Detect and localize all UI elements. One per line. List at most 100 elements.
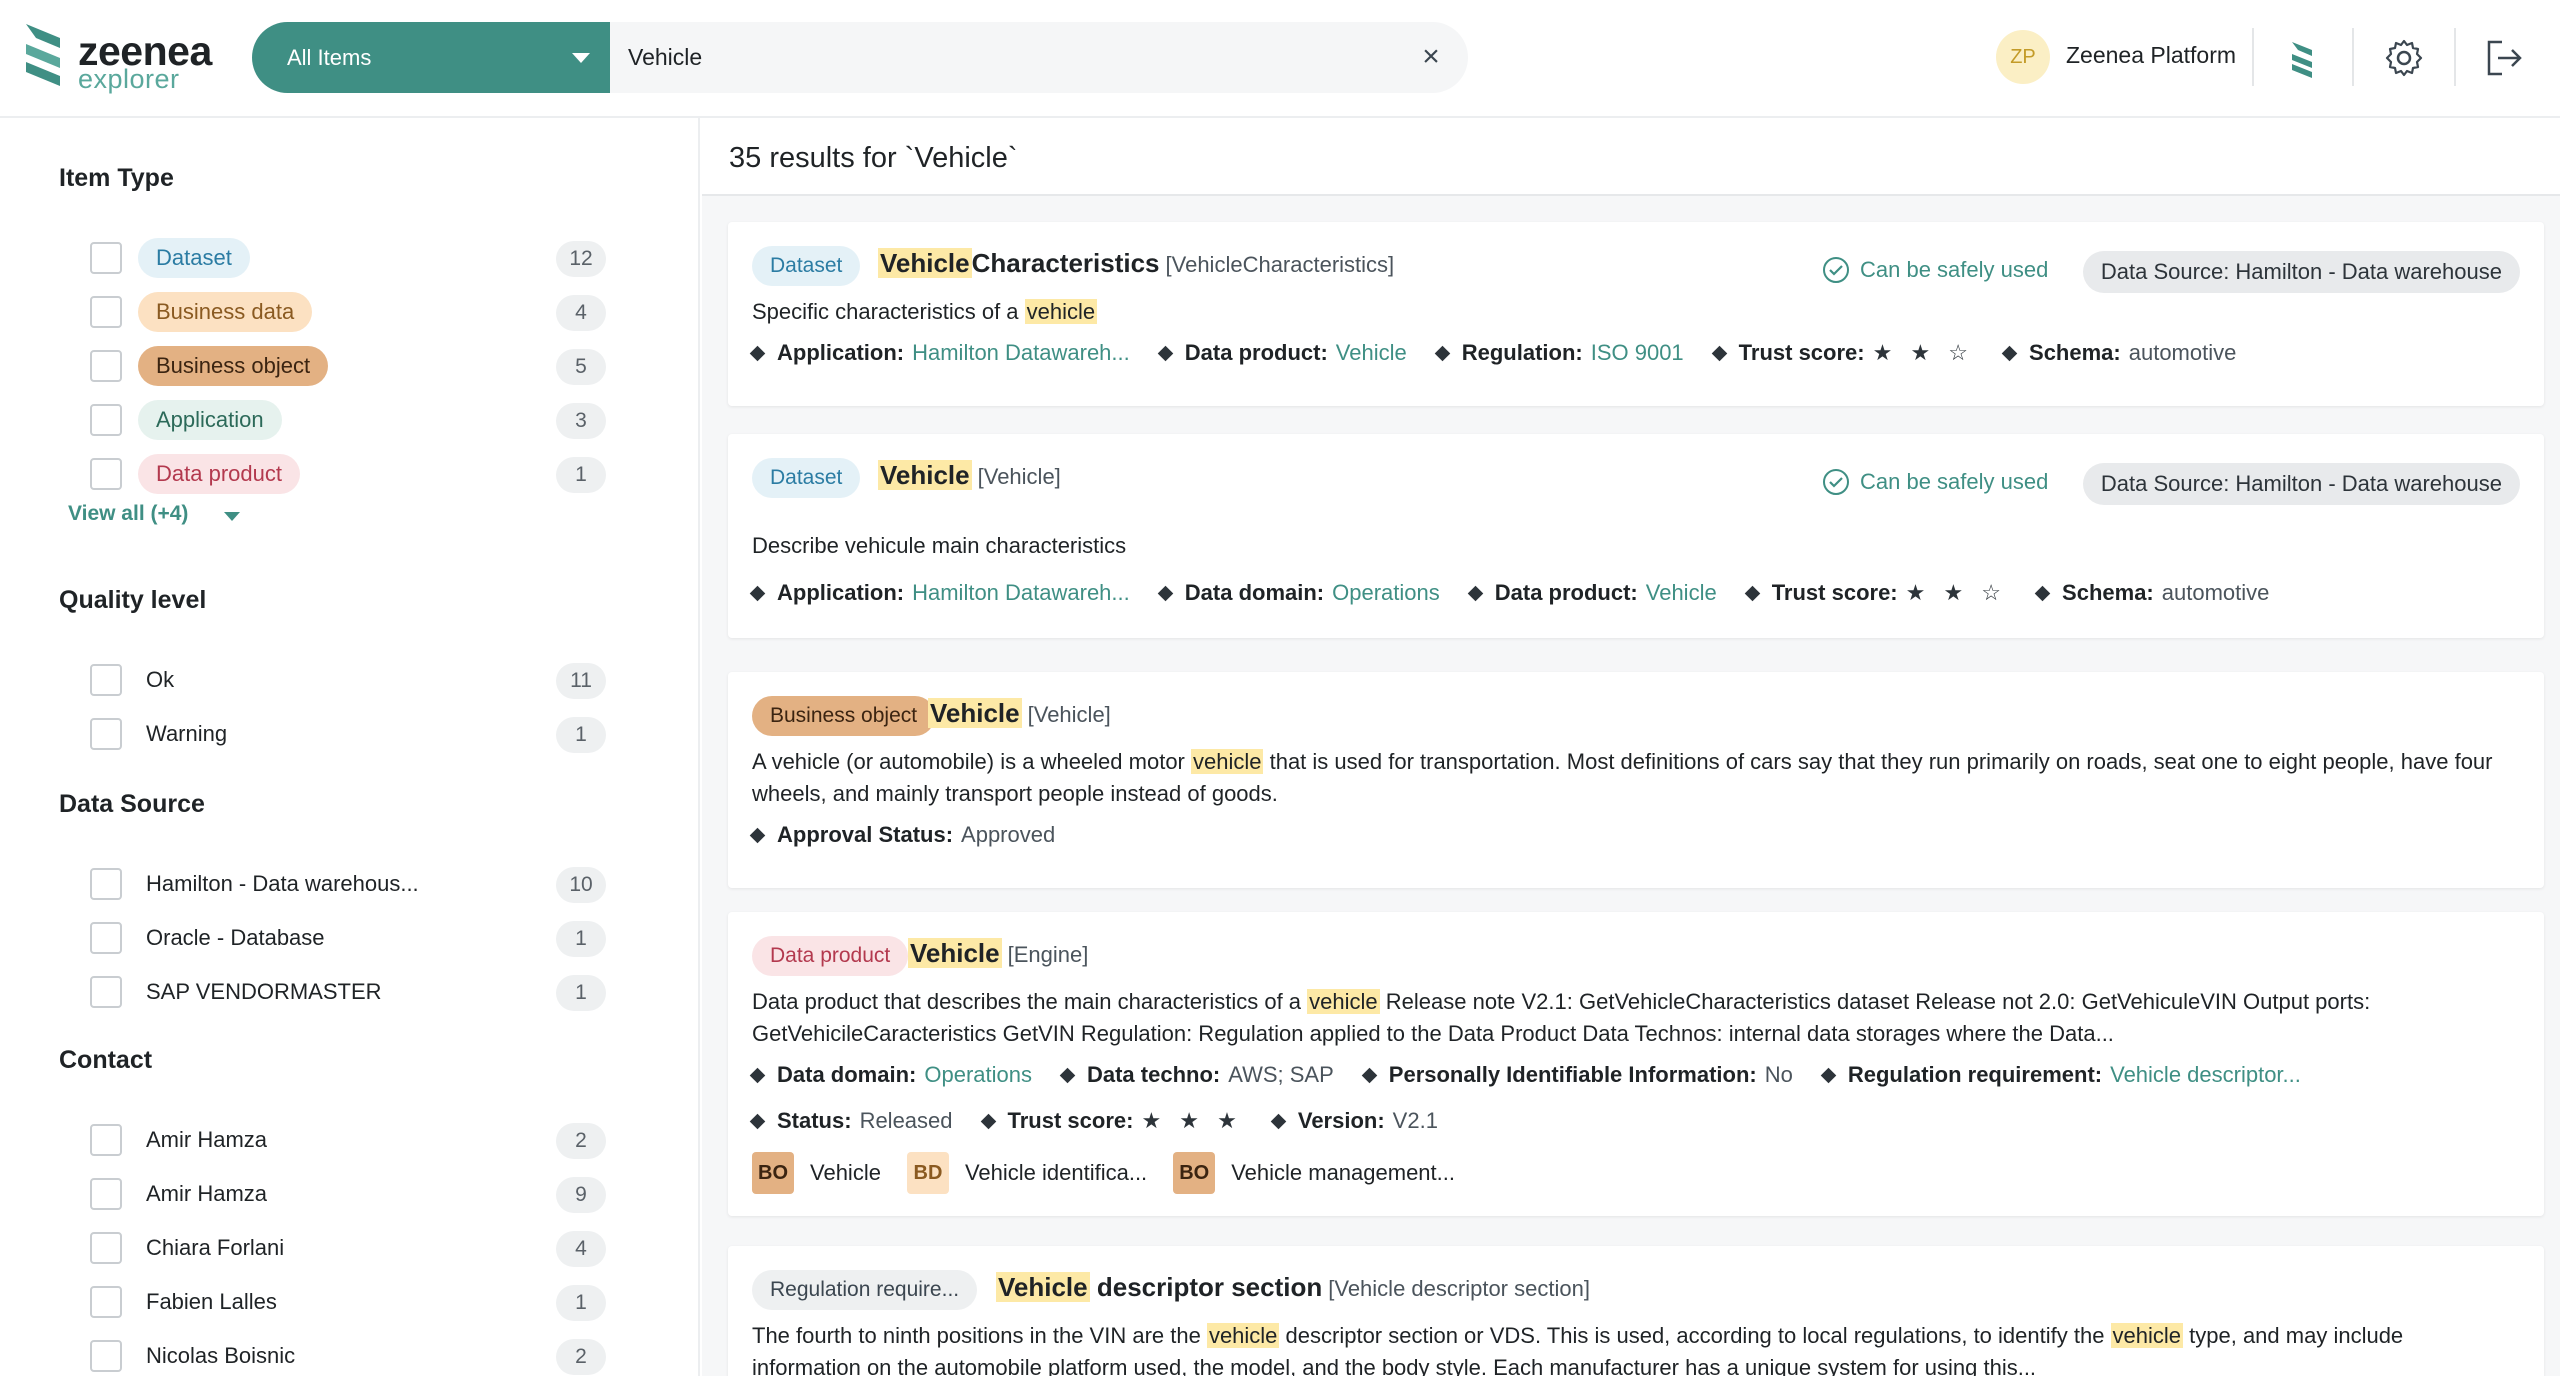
property-row: Approval Status: Approved: [749, 822, 1085, 848]
business-object-badge: BO: [752, 1152, 794, 1194]
checkbox[interactable]: [90, 404, 122, 436]
facet-chip: Business object: [138, 346, 329, 386]
logout-icon[interactable]: [2482, 36, 2526, 80]
avatar-initials: ZP: [2010, 45, 2036, 68]
property-link[interactable]: Vehicle: [1646, 580, 1717, 606]
zeenea-studio-icon[interactable]: [2280, 36, 2324, 80]
close-icon[interactable]: ×: [1416, 42, 1446, 72]
property-key: Data domain:: [1184, 580, 1325, 605]
related-item-label: Vehicle identifica...: [964, 1160, 1148, 1185]
facet-item-hamilton[interactable]: Hamilton - Data warehous... 10: [90, 864, 606, 904]
property-link[interactable]: Vehicle: [1336, 340, 1407, 366]
checkbox[interactable]: [90, 922, 122, 954]
facet-item-sap[interactable]: SAP VENDORMASTER 1: [90, 972, 606, 1012]
checkbox[interactable]: [90, 350, 122, 382]
property-link[interactable]: Hamilton Datawareh...: [912, 580, 1130, 606]
star-rating: ★ ★ ★: [1141, 1108, 1243, 1133]
property: Application: Hamilton Datawareh...: [749, 580, 1130, 606]
chevron-down-icon[interactable]: [224, 512, 240, 521]
diamond-icon: [1157, 585, 1174, 601]
facet-item-contact[interactable]: Amir Hamza 9: [90, 1174, 606, 1214]
checkbox[interactable]: [90, 296, 122, 328]
result-title[interactable]: Vehicle [Vehicle]: [928, 698, 1111, 729]
logo-subtext: explorer: [78, 64, 180, 94]
filter-sidebar: Item Type Dataset 12 Business data 4 Bus…: [0, 118, 700, 1376]
facet-item-warning[interactable]: Warning 1: [90, 714, 606, 754]
result-title[interactable]: VehicleCharacteristics [VehicleCharacteri…: [878, 248, 1394, 279]
result-card[interactable]: Data product Vehicle [Engine] Data produc…: [728, 912, 2544, 1216]
item-type-dropdown[interactable]: All Items: [252, 22, 610, 93]
facet-item-contact[interactable]: Fabien Lalles 1: [90, 1282, 606, 1322]
checkbox[interactable]: [90, 976, 122, 1008]
diamond-icon: [749, 1067, 766, 1083]
result-card[interactable]: Business object Vehicle [Vehicle] A vehic…: [728, 672, 2544, 888]
facet-count: 1: [556, 921, 606, 957]
related-item[interactable]: BD Vehicle identifica...: [906, 1152, 1148, 1194]
checkbox[interactable]: [90, 242, 122, 274]
related-item[interactable]: BO Vehicle: [752, 1152, 881, 1194]
checkbox[interactable]: [90, 664, 122, 696]
facet-item-dataset[interactable]: Dataset 12: [90, 238, 606, 278]
property-link[interactable]: Hamilton Datawareh...: [912, 340, 1130, 366]
property-link[interactable]: ISO 9001: [1591, 340, 1684, 366]
property-row: Application: Hamilton Datawareh... Data d…: [749, 580, 2299, 606]
avatar[interactable]: ZP: [1996, 30, 2050, 84]
facet-item-ok[interactable]: Ok 11: [90, 660, 606, 700]
property-value: Released: [859, 1108, 953, 1133]
item-type-chip: Data product: [752, 936, 909, 976]
result-card[interactable]: Regulation require... Vehicle descriptor…: [728, 1246, 2544, 1376]
property: Data domain: Operations: [1157, 580, 1440, 606]
diamond-icon: [980, 1113, 996, 1129]
search-input[interactable]: [628, 44, 1388, 71]
property: Data techno: AWS; SAP: [1059, 1062, 1334, 1088]
facet-item-oracle[interactable]: Oracle - Database 1: [90, 918, 606, 958]
checkbox[interactable]: [90, 1124, 122, 1156]
facet-item-business-object[interactable]: Business object 5: [90, 346, 606, 386]
checkbox[interactable]: [90, 1178, 122, 1210]
checkbox[interactable]: [90, 1232, 122, 1264]
facet-count: 1: [556, 717, 606, 753]
property-link[interactable]: Vehicle descriptor...: [2110, 1062, 2301, 1088]
checkbox[interactable]: [90, 718, 122, 750]
highlight: Vehicle: [908, 938, 1002, 968]
property: Trust score: ★ ★ ★: [980, 1108, 1243, 1134]
checkbox[interactable]: [90, 1340, 122, 1372]
facet-item-business-data[interactable]: Business data 4: [90, 292, 606, 332]
facet-item-contact[interactable]: Chiara Forlani 4: [90, 1228, 606, 1268]
facet-label: Fabien Lalles: [146, 1289, 277, 1314]
checkbox[interactable]: [90, 868, 122, 900]
property-key: Approval Status:: [777, 822, 954, 847]
checkbox[interactable]: [90, 458, 122, 490]
checkbox[interactable]: [90, 1286, 122, 1318]
result-id: [Vehicle]: [1027, 702, 1111, 727]
highlight: Vehicle: [878, 248, 972, 278]
result-title[interactable]: Vehicle [Engine]: [908, 938, 1088, 969]
diamond-icon: [1820, 1067, 1837, 1083]
property-key: Trust score:: [1738, 340, 1865, 365]
related-items: BO Vehicle BD Vehicle identifica... BO Vehi…: [752, 1152, 1481, 1194]
facet-label: SAP VENDORMASTER: [146, 979, 382, 1004]
related-item[interactable]: BO Vehicle management...: [1173, 1152, 1455, 1194]
result-card[interactable]: Dataset Vehicle [Vehicle] Can be safely u…: [728, 434, 2544, 638]
property-link[interactable]: Operations: [1332, 580, 1440, 606]
item-type-chip: Dataset: [752, 458, 861, 498]
result-title[interactable]: Vehicle descriptor section [Vehicle descr…: [996, 1272, 1590, 1303]
facet-item-application[interactable]: Application 3: [90, 400, 606, 440]
user-name[interactable]: Zeenea Platform: [2066, 42, 2236, 69]
facet-item-data-product[interactable]: Data product 1: [90, 454, 606, 494]
facet-item-contact[interactable]: Nicolas Boisnic 2: [90, 1336, 606, 1376]
result-title[interactable]: Vehicle [Vehicle]: [878, 460, 1061, 491]
property-link[interactable]: Operations: [924, 1062, 1032, 1088]
view-all-link[interactable]: View all (+4): [68, 502, 188, 526]
facet-label: Nicolas Boisnic: [146, 1343, 296, 1368]
property-row: Status: Released Trust score: ★ ★ ★ Versio…: [749, 1108, 1468, 1134]
highlight: vehicle: [1206, 1323, 1280, 1348]
item-type-dropdown-value: All Items: [287, 44, 372, 70]
property-value: automotive: [2128, 340, 2237, 365]
result-card[interactable]: Dataset VehicleCharacteristics [VehicleCh…: [728, 222, 2544, 406]
desc-text: The fourth to ninth positions in the VIN…: [752, 1323, 1207, 1348]
zeenea-logo[interactable]: zeenea explorer: [26, 22, 226, 94]
facet-item-contact[interactable]: Amir Hamza 2: [90, 1120, 606, 1160]
gear-icon[interactable]: [2382, 36, 2426, 80]
chevron-down-icon: [572, 53, 590, 63]
